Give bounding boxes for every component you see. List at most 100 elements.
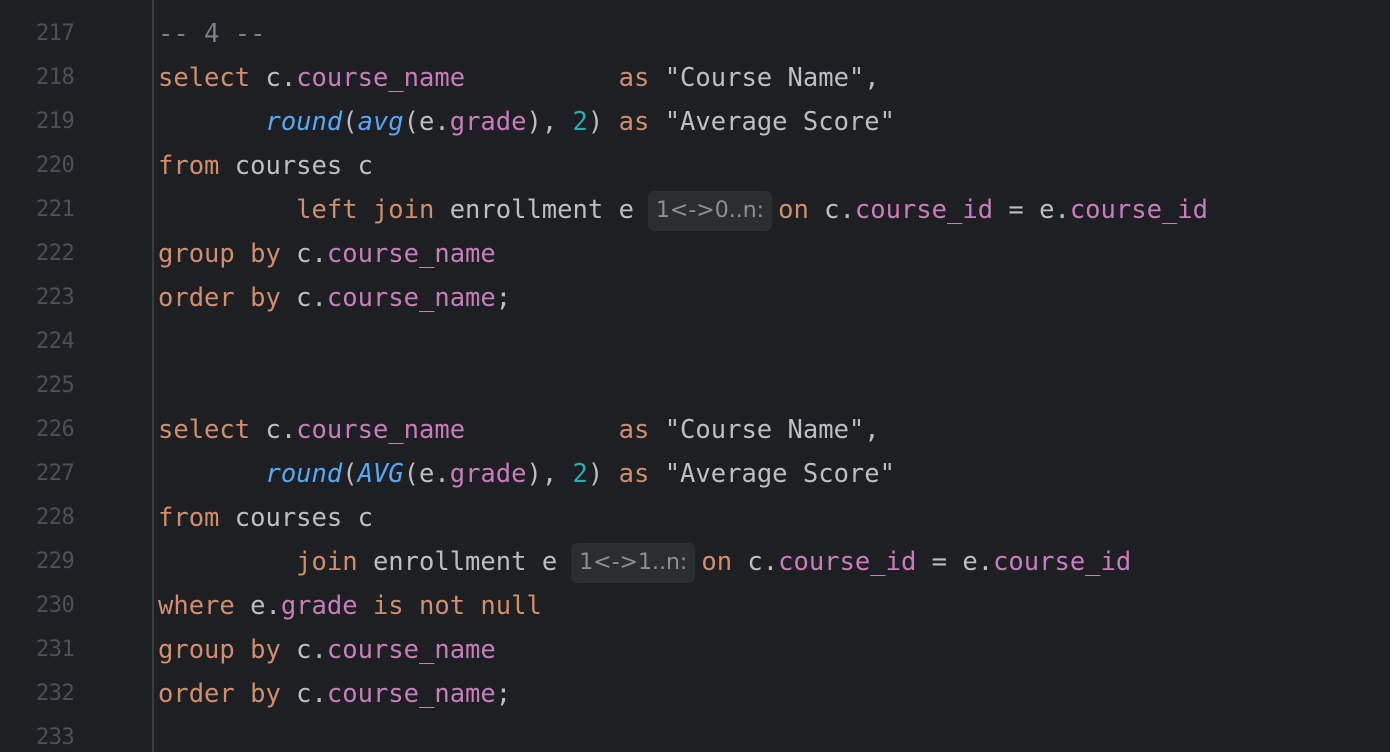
text-token: c. [280,679,327,709]
keyword-token: join [296,547,358,577]
text-token: , [864,63,880,93]
line-number[interactable]: 218 [36,56,96,100]
line-number[interactable]: 221 [36,188,96,232]
column-token: course_name [296,63,466,93]
keyword-token: where [158,591,235,621]
line-number[interactable]: 222 [36,232,96,276]
code-line[interactable]: 221 left join enrollment e 1<->0..n: on c.… [0,188,1390,232]
code-line[interactable]: 233 [0,716,1390,752]
code-text[interactable]: order by c.course_name; [158,672,511,716]
keyword-token: from [158,151,220,181]
code-text[interactable]: left join enrollment e 1<->0..n: on c.cour… [158,188,1208,232]
line-number[interactable]: 219 [36,100,96,144]
text-token: enrollment e [434,195,634,225]
keyword-token: as [618,459,650,489]
keyword-token: select [158,415,251,445]
code-line[interactable]: 231 group by c.course_name [0,628,1390,672]
line-number[interactable]: 224 [36,320,96,364]
code-text[interactable]: join enrollment e 1<->1..n: on c.course_id… [158,540,1131,584]
text-token: ) [587,107,619,137]
code-line[interactable]: 220 from courses c [0,144,1390,188]
code-text[interactable]: group by c.course_name [158,232,496,276]
code-line[interactable]: 223 order by c.course_name; [0,276,1390,320]
code-line[interactable]: 222 group by c.course_name [0,232,1390,276]
keyword-token: left join [296,195,435,225]
text-token: enrollment e [357,547,558,577]
line-number[interactable]: 223 [36,276,96,320]
text-token: courses c [219,151,373,181]
line-number[interactable]: 231 [36,628,96,672]
text-token: ), [526,107,573,137]
keyword-token: as [618,415,650,445]
string-token: "Course Name" [664,63,865,93]
text-token: ; [495,679,512,709]
code-line[interactable]: 230 where e.grade is not null [0,584,1390,628]
code-text[interactable]: -- 4 -- [158,12,265,56]
relation-inlay-hint[interactable]: 1<->1..n: [571,543,696,583]
line-number[interactable]: 227 [36,452,96,496]
code-line[interactable]: 225 [0,364,1390,408]
keyword-token: as [618,63,650,93]
text-token: ( [342,459,358,489]
string-token: "Average Score" [664,459,895,489]
code-text[interactable]: round(avg(e.grade), 2) as "Average Score… [158,100,895,144]
keyword-token: from [158,503,220,533]
function-token: round [265,459,343,489]
code-line[interactable]: 218 select c.course_name as "Course Name"… [0,56,1390,100]
line-number[interactable]: 225 [36,364,96,408]
code-line[interactable]: 219 round(avg(e.grade), 2) as "Average S… [0,100,1390,144]
code-line[interactable]: 229 join enrollment e 1<->1..n: on c.cours… [0,540,1390,584]
code-text[interactable]: select c.course_name as "Course Name", [158,408,880,452]
line-number[interactable]: 232 [36,672,96,716]
code-editor[interactable]: 217 -- 4 -- 218 select c.course_name as "Co… [0,0,1390,752]
column-token: grade [449,107,527,137]
code-text[interactable]: round(AVG(e.grade), 2) as "Average Score… [158,452,895,496]
code-line[interactable]: 228 from courses c [0,496,1390,540]
column-token: course_id [993,547,1132,577]
code-text[interactable]: from courses c [158,144,373,188]
keyword-token: is not null [372,591,542,621]
keyword-token: order by [158,679,281,709]
function-token: round [265,107,343,137]
column-token: course_id [778,547,917,577]
text-token: = e. [916,547,994,577]
function-token: AVG [357,459,404,489]
keyword-token: select [158,63,251,93]
code-line[interactable]: 227 round(AVG(e.grade), 2) as "Average S… [0,452,1390,496]
keyword-token: group by [158,635,281,665]
comment-token: -- 4 -- [158,19,266,49]
code-text[interactable]: from courses c [158,496,373,540]
code-text[interactable]: select c.course_name as "Course Name", [158,56,880,100]
code-line[interactable]: 232 order by c.course_name; [0,672,1390,716]
line-number[interactable]: 229 [36,540,96,584]
line-number[interactable]: 226 [36,408,96,452]
code-line[interactable]: 224 [0,320,1390,364]
text-token: c. [280,239,327,269]
relation-inlay-hint[interactable]: 1<->0..n: [647,191,773,231]
code-text[interactable]: where e.grade is not null [158,584,542,628]
line-number[interactable]: 228 [36,496,96,540]
column-token: grade [280,591,358,621]
text-token: ( [342,107,358,137]
number-token: 2 [572,459,588,489]
line-number[interactable]: 217 [36,12,96,56]
code-text[interactable]: order by c.course_name; [158,276,511,320]
code-text[interactable]: group by c.course_name [158,628,496,672]
line-number[interactable]: 230 [36,584,96,628]
text-token: ) [587,459,619,489]
text-token: c. [280,283,327,313]
column-token: course_id [1069,195,1208,225]
code-line[interactable]: 217 -- 4 -- [0,12,1390,56]
code-line[interactable]: 226 select c.course_name as "Course Name"… [0,408,1390,452]
text-token: courses c [219,503,373,533]
text-token: (e. [403,459,450,489]
string-token: "Average Score" [664,107,895,137]
line-number[interactable]: 220 [36,144,96,188]
line-number[interactable]: 233 [36,716,96,752]
keyword-token: order by [158,283,281,313]
